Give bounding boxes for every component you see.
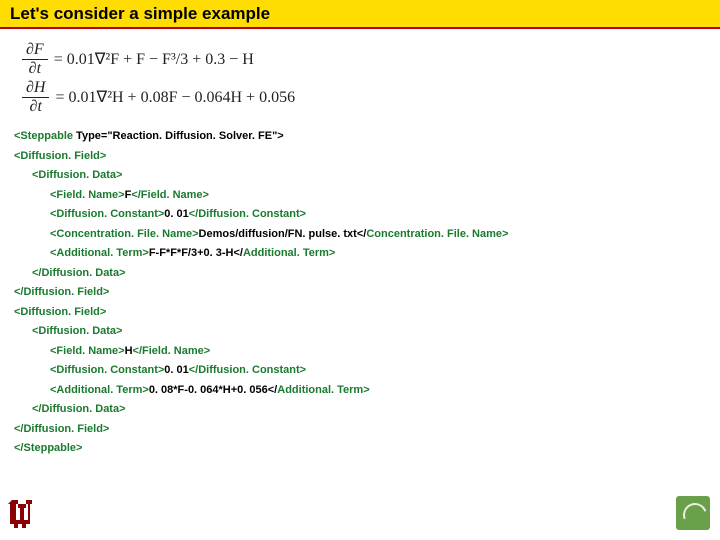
- code-line: <Diffusion. Constant>0. 01</Diffusion. C…: [14, 362, 720, 379]
- eq2-rhs: = 0.01∇²H + 0.08F − 0.064H + 0.056: [55, 87, 295, 107]
- equations-block: ∂F ∂t = 0.01∇²F + F − F³/3 + 0.3 − H ∂H …: [0, 29, 720, 123]
- code-line: </Diffusion. Field>: [14, 421, 720, 438]
- tag-steppable-open: <Steppable: [14, 130, 73, 142]
- eq1-rhs: = 0.01∇²F + F − F³/3 + 0.3 − H: [54, 49, 254, 69]
- tag-fieldname-open: <Field. Name>: [50, 345, 125, 357]
- tag-diffconst-close: </Diffusion. Constant>: [189, 364, 306, 376]
- addterm-value: 0. 08*F-0. 064*H+0. 056</: [149, 384, 277, 396]
- eq1-num: ∂F: [22, 41, 48, 60]
- code-line: <Steppable Type="Reaction. Diffusion. So…: [14, 128, 720, 145]
- code-line: </Diffusion. Data>: [14, 401, 720, 418]
- code-line: <Diffusion. Constant>0. 01</Diffusion. C…: [14, 206, 720, 223]
- attr-steppable: Type="Reaction. Diffusion. Solver. FE">: [73, 130, 284, 142]
- fieldname-value: H: [125, 345, 133, 357]
- tag-diffusion-field-close: </Diffusion. Field>: [14, 286, 109, 298]
- code-line: <Diffusion. Field>: [14, 304, 720, 321]
- code-line: <Concentration. File. Name>Demos/diffusi…: [14, 226, 720, 243]
- tag-diffusion-field-close: </Diffusion. Field>: [14, 423, 109, 435]
- tag-diffconst-open: <Diffusion. Constant>: [50, 364, 164, 376]
- tag-diffusion-data-open: <Diffusion. Data>: [32, 325, 122, 337]
- tag-fieldname-close: </Field. Name>: [133, 345, 211, 357]
- tag-fieldname-close: </Field. Name>: [131, 189, 209, 201]
- concfile-value: Demos/diffusion/FN. pulse. txt</: [199, 228, 367, 240]
- tag-diffusion-field-open: <Diffusion. Field>: [14, 150, 106, 162]
- eq2-den: ∂t: [26, 98, 46, 116]
- tag-concfile-open: <Concentration. File. Name>: [50, 228, 199, 240]
- xml-code-block: <Steppable Type="Reaction. Diffusion. So…: [0, 123, 720, 457]
- tag-diffusion-data-close: </Diffusion. Data>: [32, 403, 126, 415]
- code-line: <Field. Name>H</Field. Name>: [14, 343, 720, 360]
- tag-addterm-close: Additional. Term>: [243, 247, 335, 259]
- code-line: </Diffusion. Field>: [14, 284, 720, 301]
- code-line: <Additional. Term>F-F*F*F/3+0. 3-H</Addi…: [14, 245, 720, 262]
- tag-diffusion-data-open: <Diffusion. Data>: [32, 169, 122, 181]
- tag-addterm-open: <Additional. Term>: [50, 247, 149, 259]
- addterm-value: F-F*F*F/3+0. 3-H</: [149, 247, 243, 259]
- fraction-2: ∂H ∂t: [22, 79, 49, 115]
- tag-addterm-open: <Additional. Term>: [50, 384, 149, 396]
- tag-diffconst-close: </Diffusion. Constant>: [189, 208, 306, 220]
- eq2-num: ∂H: [22, 79, 49, 98]
- compucell-logo-icon: [676, 496, 710, 530]
- equation-2: ∂H ∂t = 0.01∇²H + 0.08F − 0.064H + 0.056: [22, 79, 720, 115]
- tag-steppable-close: </Steppable>: [14, 442, 82, 454]
- tag-diffusion-field-open: <Diffusion. Field>: [14, 306, 106, 318]
- tag-addterm-close: Additional. Term>: [277, 384, 369, 396]
- code-line: </Diffusion. Data>: [14, 265, 720, 282]
- code-line: <Diffusion. Field>: [14, 148, 720, 165]
- eq1-den: ∂t: [25, 60, 45, 78]
- code-line: <Diffusion. Data>: [14, 167, 720, 184]
- fraction-1: ∂F ∂t: [22, 41, 48, 77]
- tag-fieldname-open: <Field. Name>: [50, 189, 125, 201]
- code-line: </Steppable>: [14, 440, 720, 457]
- page-title: Let's consider a simple example: [10, 4, 270, 23]
- tag-concfile-close: Concentration. File. Name>: [366, 228, 508, 240]
- iu-logo-icon: [6, 498, 36, 534]
- code-line: <Field. Name>F</Field. Name>: [14, 187, 720, 204]
- diffconst-value: 0. 01: [164, 208, 188, 220]
- code-line: <Diffusion. Data>: [14, 323, 720, 340]
- title-bar: Let's consider a simple example: [0, 0, 720, 29]
- tag-diffconst-open: <Diffusion. Constant>: [50, 208, 164, 220]
- diffconst-value: 0. 01: [164, 364, 188, 376]
- code-line: <Additional. Term>0. 08*F-0. 064*H+0. 05…: [14, 382, 720, 399]
- tag-diffusion-data-close: </Diffusion. Data>: [32, 267, 126, 279]
- equation-1: ∂F ∂t = 0.01∇²F + F − F³/3 + 0.3 − H: [22, 41, 720, 77]
